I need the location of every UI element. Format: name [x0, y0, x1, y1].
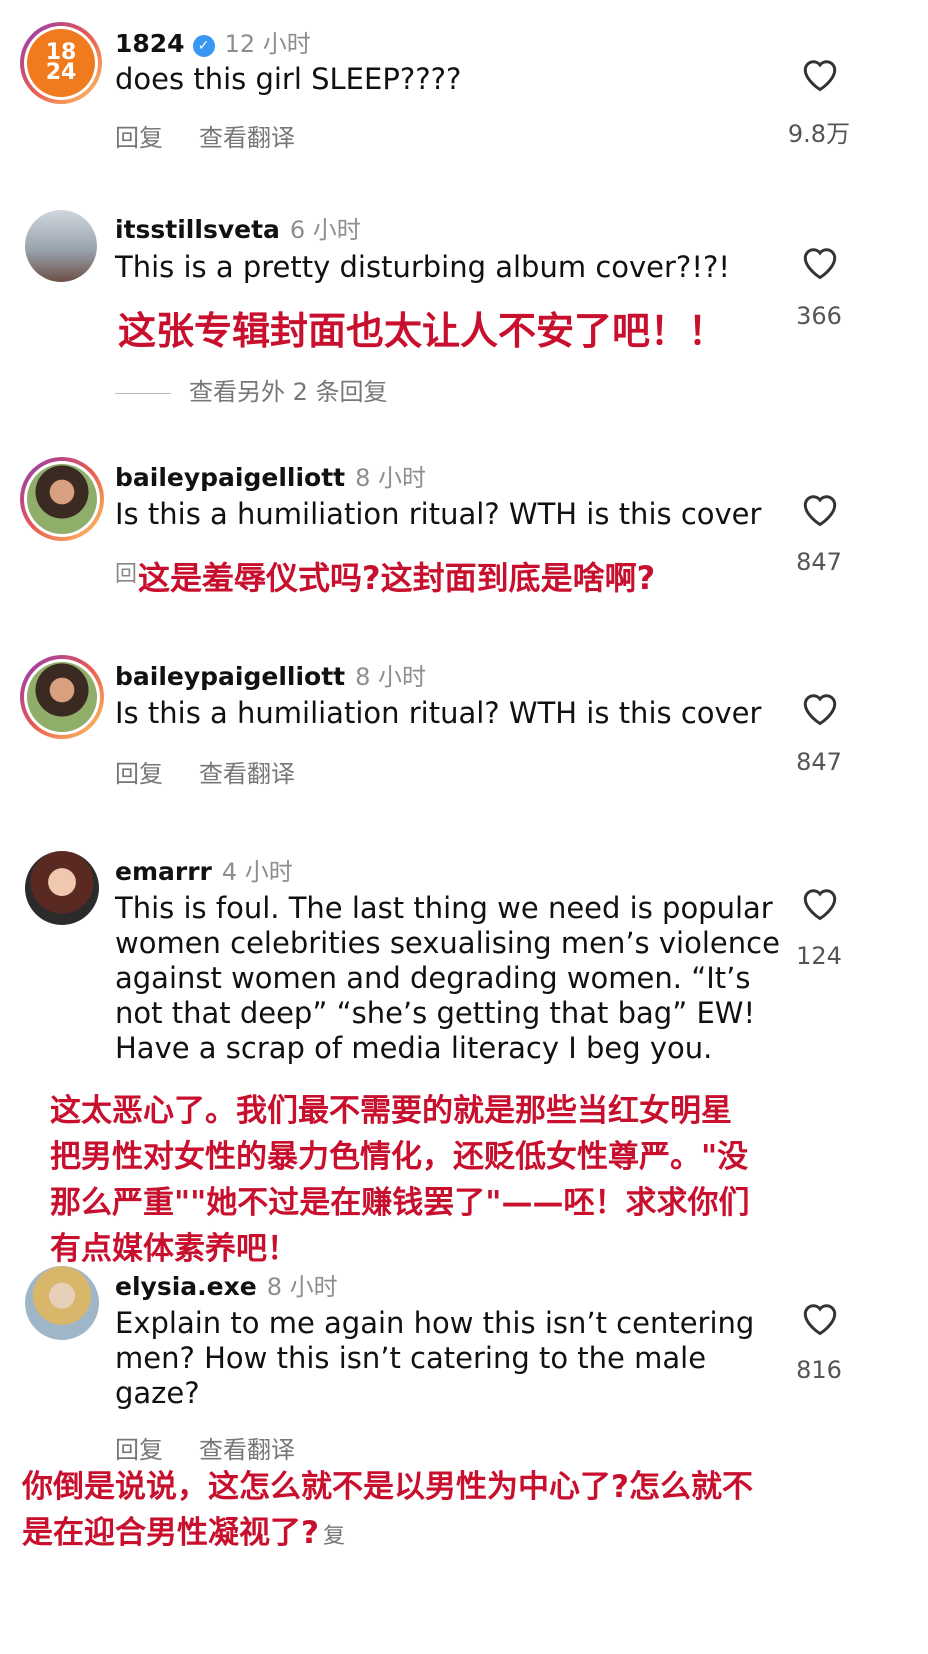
username[interactable]: emarrr: [115, 857, 212, 886]
comment-text: Explain to me again how this isn’t cente…: [115, 1306, 754, 1411]
translation-caption: 这张专辑封面也太让人不安了吧！！: [118, 309, 727, 353]
timestamp: 8 小时: [266, 1273, 338, 1301]
reply-button[interactable]: 回复: [115, 124, 163, 152]
translate-button[interactable]: 查看翻译: [199, 1436, 295, 1464]
view-more-replies[interactable]: 查看另外 2 条回复: [115, 372, 388, 407]
username[interactable]: 1824: [115, 29, 185, 58]
translation-line: 这太恶心了。我们最不需要的就是那些当红女明星: [50, 1093, 732, 1129]
like-count: 366: [796, 302, 842, 330]
comment-text: does this girl SLEEP????: [115, 62, 462, 96]
heart-outline-icon[interactable]: [800, 491, 840, 527]
comment-line: women celebrities sexualising men’s viol…: [115, 926, 780, 960]
timestamp: 4 小时: [221, 858, 293, 886]
comment-header: itsstillsveta 6 小时: [115, 210, 361, 245]
timestamp: 8 小时: [355, 464, 427, 492]
reply-button[interactable]: 回复: [115, 1436, 163, 1464]
partial-reply-glyph: 复: [322, 1524, 345, 1549]
comment-actions: 回复 查看翻译: [115, 754, 331, 789]
comment-line: men? How this isn’t catering to the male: [115, 1341, 707, 1375]
comment-text: This is a pretty disturbing album cover?…: [115, 250, 730, 284]
view-more-replies-label: 查看另外 2 条回复: [189, 378, 388, 406]
translation-line: 有点媒体素养吧！: [50, 1231, 298, 1267]
avatar[interactable]: [25, 210, 97, 282]
verified-badge-icon: ✓: [192, 35, 215, 57]
username[interactable]: baileypaigelliott: [115, 463, 345, 492]
comment-line: Explain to me again how this isn’t cente…: [115, 1306, 755, 1340]
username[interactable]: itsstillsveta: [115, 215, 280, 244]
avatar[interactable]: [25, 851, 99, 925]
translation-line: 那么严重""她不过是在赚钱罢了"——呸！求求你们: [50, 1185, 750, 1221]
username[interactable]: baileypaigelliott: [115, 662, 345, 691]
like-count: 124: [796, 942, 842, 970]
timestamp: 12 小时: [224, 30, 311, 58]
translation-caption: 这是羞辱仪式吗?这封面到底是啥啊?: [138, 559, 656, 597]
comment-header: 1824 ✓ 12 小时: [115, 24, 311, 59]
like-count: 816: [796, 1356, 842, 1384]
comment-header: emarrr 4 小时: [115, 852, 293, 887]
like-count: 847: [796, 548, 842, 576]
comment-line: gaze?: [115, 1376, 200, 1410]
heart-outline-icon[interactable]: [800, 690, 840, 726]
like-count: 847: [796, 748, 842, 776]
comment-text: This is foul. The last thing we need is …: [115, 891, 780, 1066]
heart-outline-icon[interactable]: [800, 244, 840, 280]
avatar[interactable]: 18 24: [20, 22, 102, 104]
translation-line: 是在迎合男性凝视了? 复: [22, 1515, 345, 1551]
translation-line: 你倒是说说，这怎么就不是以男性为中心了?怎么就不: [22, 1469, 753, 1505]
translation-caption: 这太恶心了。我们最不需要的就是那些当红女明星 把男性对女性的暴力色情化，还贬低女…: [50, 1088, 749, 1272]
comment-actions: 回复 查看翻译: [115, 1430, 331, 1465]
comment-actions: 回复 查看翻译: [115, 118, 331, 153]
comment-line: Have a scrap of media literacy I beg you…: [115, 1031, 713, 1065]
comment-header: elysia.exe 8 小时: [115, 1267, 338, 1302]
translation-line: 把男性对女性的暴力色情化，还贬低女性尊严。"没: [50, 1139, 749, 1175]
avatar[interactable]: [20, 457, 104, 541]
divider-line: [115, 392, 171, 394]
heart-outline-icon[interactable]: [800, 56, 840, 92]
timestamp: 6 小时: [289, 216, 361, 244]
reply-button[interactable]: 回复: [115, 760, 163, 788]
partial-reply-glyph: 回: [115, 562, 138, 587]
username[interactable]: elysia.exe: [115, 1272, 257, 1301]
comment-line: This is foul. The last thing we need is …: [115, 891, 773, 925]
translate-button[interactable]: 查看翻译: [199, 760, 295, 788]
like-count: 9.8万: [787, 120, 851, 148]
heart-outline-icon[interactable]: [800, 885, 840, 921]
heart-outline-icon[interactable]: [800, 1300, 840, 1336]
comment-text: Is this a humiliation ritual? WTH is thi…: [115, 696, 762, 730]
avatar-logo: 18 24: [45, 40, 77, 85]
translate-button[interactable]: 查看翻译: [199, 124, 295, 152]
timestamp: 8 小时: [355, 663, 427, 691]
comment-text: Is this a humiliation ritual? WTH is thi…: [115, 497, 762, 531]
comment-header: baileypaigelliott 8 小时: [115, 458, 426, 493]
comment-line: not that deep” “she’s getting that bag” …: [115, 996, 756, 1030]
comment-header: baileypaigelliott 8 小时: [115, 657, 426, 692]
avatar[interactable]: [25, 1266, 99, 1340]
comment-line: against women and degrading women. “It’s: [115, 961, 751, 995]
translation-caption: 你倒是说说，这怎么就不是以男性为中心了?怎么就不 是在迎合男性凝视了? 复: [22, 1464, 759, 1560]
avatar[interactable]: [20, 655, 104, 739]
